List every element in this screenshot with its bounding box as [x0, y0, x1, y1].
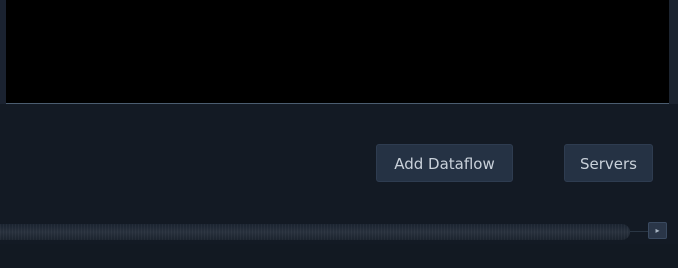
scrollbar-connector — [630, 231, 648, 232]
add-dataflow-button[interactable]: Add Dataflow — [376, 144, 513, 182]
servers-button[interactable]: Servers — [564, 144, 653, 182]
scroll-right-button[interactable]: ▸ — [648, 222, 667, 239]
side-bar — [669, 0, 678, 104]
chevron-right-icon: ▸ — [655, 226, 660, 235]
bottom-band — [0, 244, 678, 268]
view-area — [6, 0, 669, 104]
scrollbar-track[interactable] — [0, 224, 630, 240]
top-pane — [0, 0, 678, 104]
